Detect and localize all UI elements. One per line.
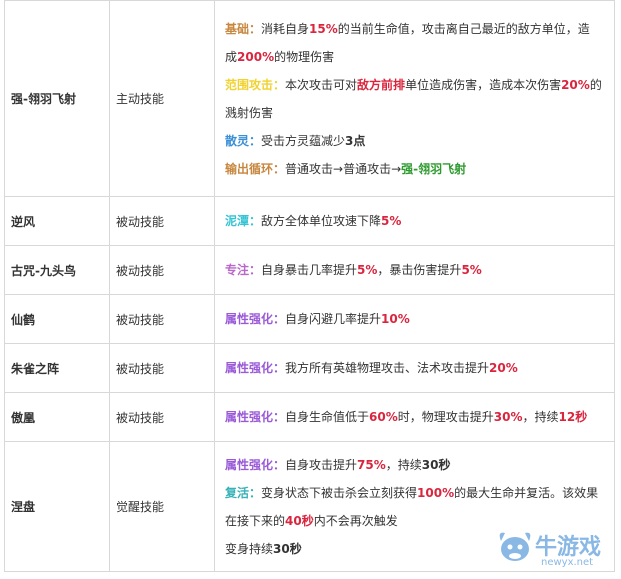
table-row: 逆风 被动技能 泥潭：敌方全体单位攻速下降5% [4,196,615,246]
label-cycle: 输出循环 [225,161,274,176]
bull-logo-icon [499,532,531,561]
skill-description: 属性强化：自身闪避几率提升10% [214,294,615,344]
label-focus: 专注 [225,263,250,277]
skill-name: 傲凰 [4,392,110,442]
label-attr: 属性强化 [225,312,274,326]
desc-line: 范围攻击：本次攻击可对敌方前排单位造成伤害，造成本次伤害20%的 [225,77,602,92]
skill-type: 主动技能 [109,0,215,197]
desc-line: 输出循环：普通攻击→普通攻击→强-翎羽飞射 [225,161,467,176]
skill-name: 强-翎羽飞射 [4,0,110,197]
desc-line: 专注：自身暴击几率提升5%，暴击伤害提升5% [225,263,482,277]
label-attr: 属性强化 [225,361,274,375]
desc-line: 属性强化：自身闪避几率提升10% [225,312,410,326]
desc-line: 基础：消耗自身15%的当前生命值，攻击离自己最近的敌方单位，造 [225,21,590,36]
skill-description: 属性强化：我方所有英雄物理攻击、法术攻击提升20% [214,343,615,393]
table-row: 傲凰 被动技能 属性强化：自身生命值低于60%时，物理攻击提升30%，持续12秒 [4,392,615,442]
table-row: 强-翎羽飞射 主动技能 基础：消耗自身15%的当前生命值，攻击离自己最近的敌方单… [4,0,615,197]
skill-name: 朱雀之阵 [4,343,110,393]
skill-type: 被动技能 [109,343,215,393]
skill-type: 被动技能 [109,196,215,246]
site-watermark: 牛游戏 newyx.net [495,523,613,575]
desc-line: 复活：变身状态下被击杀会立刻获得100%的最大生命并复活。该效果 [225,485,599,500]
skill-description: 属性强化：自身生命值低于60%时，物理攻击提升30%，持续12秒 [214,392,615,442]
label-basic: 基础 [225,21,250,36]
skill-name: 逆风 [4,196,110,246]
desc-line: 泥潭：敌方全体单位攻速下降5% [225,214,402,228]
desc-line: 散灵：受击方灵蕴减少3点 [225,133,366,148]
table-row: 古咒-九头鸟 被动技能 专注：自身暴击几率提升5%，暴击伤害提升5% [4,245,615,295]
skill-type: 觉醒技能 [109,441,215,572]
label-attr: 属性强化 [225,457,274,472]
label-aoe: 范围攻击 [225,77,274,92]
skill-description: 泥潭：敌方全体单位攻速下降5% [214,196,615,246]
desc-line: 成200%的物理伤害 [225,49,335,64]
skill-description: 基础：消耗自身15%的当前生命值，攻击离自己最近的敌方单位，造 成200%的物理… [214,0,615,197]
desc-line: 属性强化：我方所有英雄物理攻击、法术攻击提升20% [225,361,518,375]
skill-description: 专注：自身暴击几率提升5%，暴击伤害提升5% [214,245,615,295]
skill-type: 被动技能 [109,294,215,344]
desc-line: 溅射伤害 [225,105,274,120]
skill-name: 涅盘 [4,441,110,572]
desc-line: 属性强化：自身生命值低于60%时，物理攻击提升30%，持续12秒 [225,410,588,424]
desc-line: 属性强化：自身攻击提升75%，持续30秒 [225,457,451,472]
skill-name: 古咒-九头鸟 [4,245,110,295]
skill-type: 被动技能 [109,245,215,295]
table-row: 朱雀之阵 被动技能 属性强化：我方所有英雄物理攻击、法术攻击提升20% [4,343,615,393]
label-attr: 属性强化 [225,410,274,424]
skill-type: 被动技能 [109,392,215,442]
skills-table: 强-翎羽飞射 主动技能 基础：消耗自身15%的当前生命值，攻击离自己最近的敌方单… [4,0,615,572]
watermark-url: newyx.net [541,557,594,568]
label-revive: 复活 [225,485,250,500]
label-disperse: 散灵 [225,133,250,148]
table-row: 仙鹤 被动技能 属性强化：自身闪避几率提升10% [4,294,615,344]
skill-name: 仙鹤 [4,294,110,344]
label-mud: 泥潭 [225,214,250,228]
